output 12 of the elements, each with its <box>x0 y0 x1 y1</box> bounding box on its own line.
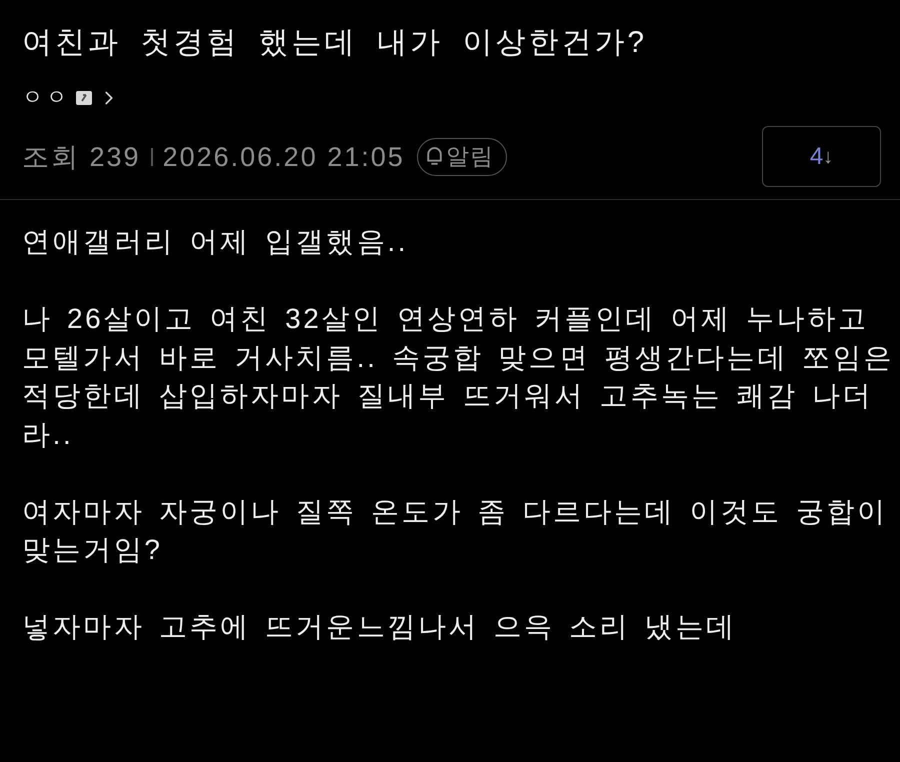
alert-button[interactable]: 알림 <box>416 138 507 176</box>
post-date: 2026.06.20 21:05 <box>162 140 405 174</box>
body-paragraph: 나 26살이고 여친 32살인 연상연하 커플인데 어제 누나하고 모텔가서 바로 거사치름.. 속궁합 맞으면 평생간다는데 쪼임은 적당한데 삽입하자마자 질내부 뜨거워서 고추녹는 쾌감 나더라.. <box>22 302 896 452</box>
body-paragraph: 넣자마자 고추에 뜨거운느낌나서 으윽 소리 냈는데 <box>22 610 738 644</box>
member-badge-icon <box>76 91 92 105</box>
body-paragraph: 연애갤러리 어제 입갤했음.. <box>22 225 410 259</box>
view-count: 조회 239 <box>22 140 141 174</box>
body-paragraph: 여자마자 자궁이나 질쪽 온도가 좀 다르다는데 이것도 궁합이 맞는거임? <box>22 494 889 567</box>
bell-icon <box>426 146 443 167</box>
recommend-button[interactable]: 4↓ <box>762 126 881 187</box>
author-name[interactable]: ㅇㅇ <box>22 83 70 113</box>
post-title: 여친과 첫경험 했는데 내가 이상한건가? <box>22 25 648 61</box>
